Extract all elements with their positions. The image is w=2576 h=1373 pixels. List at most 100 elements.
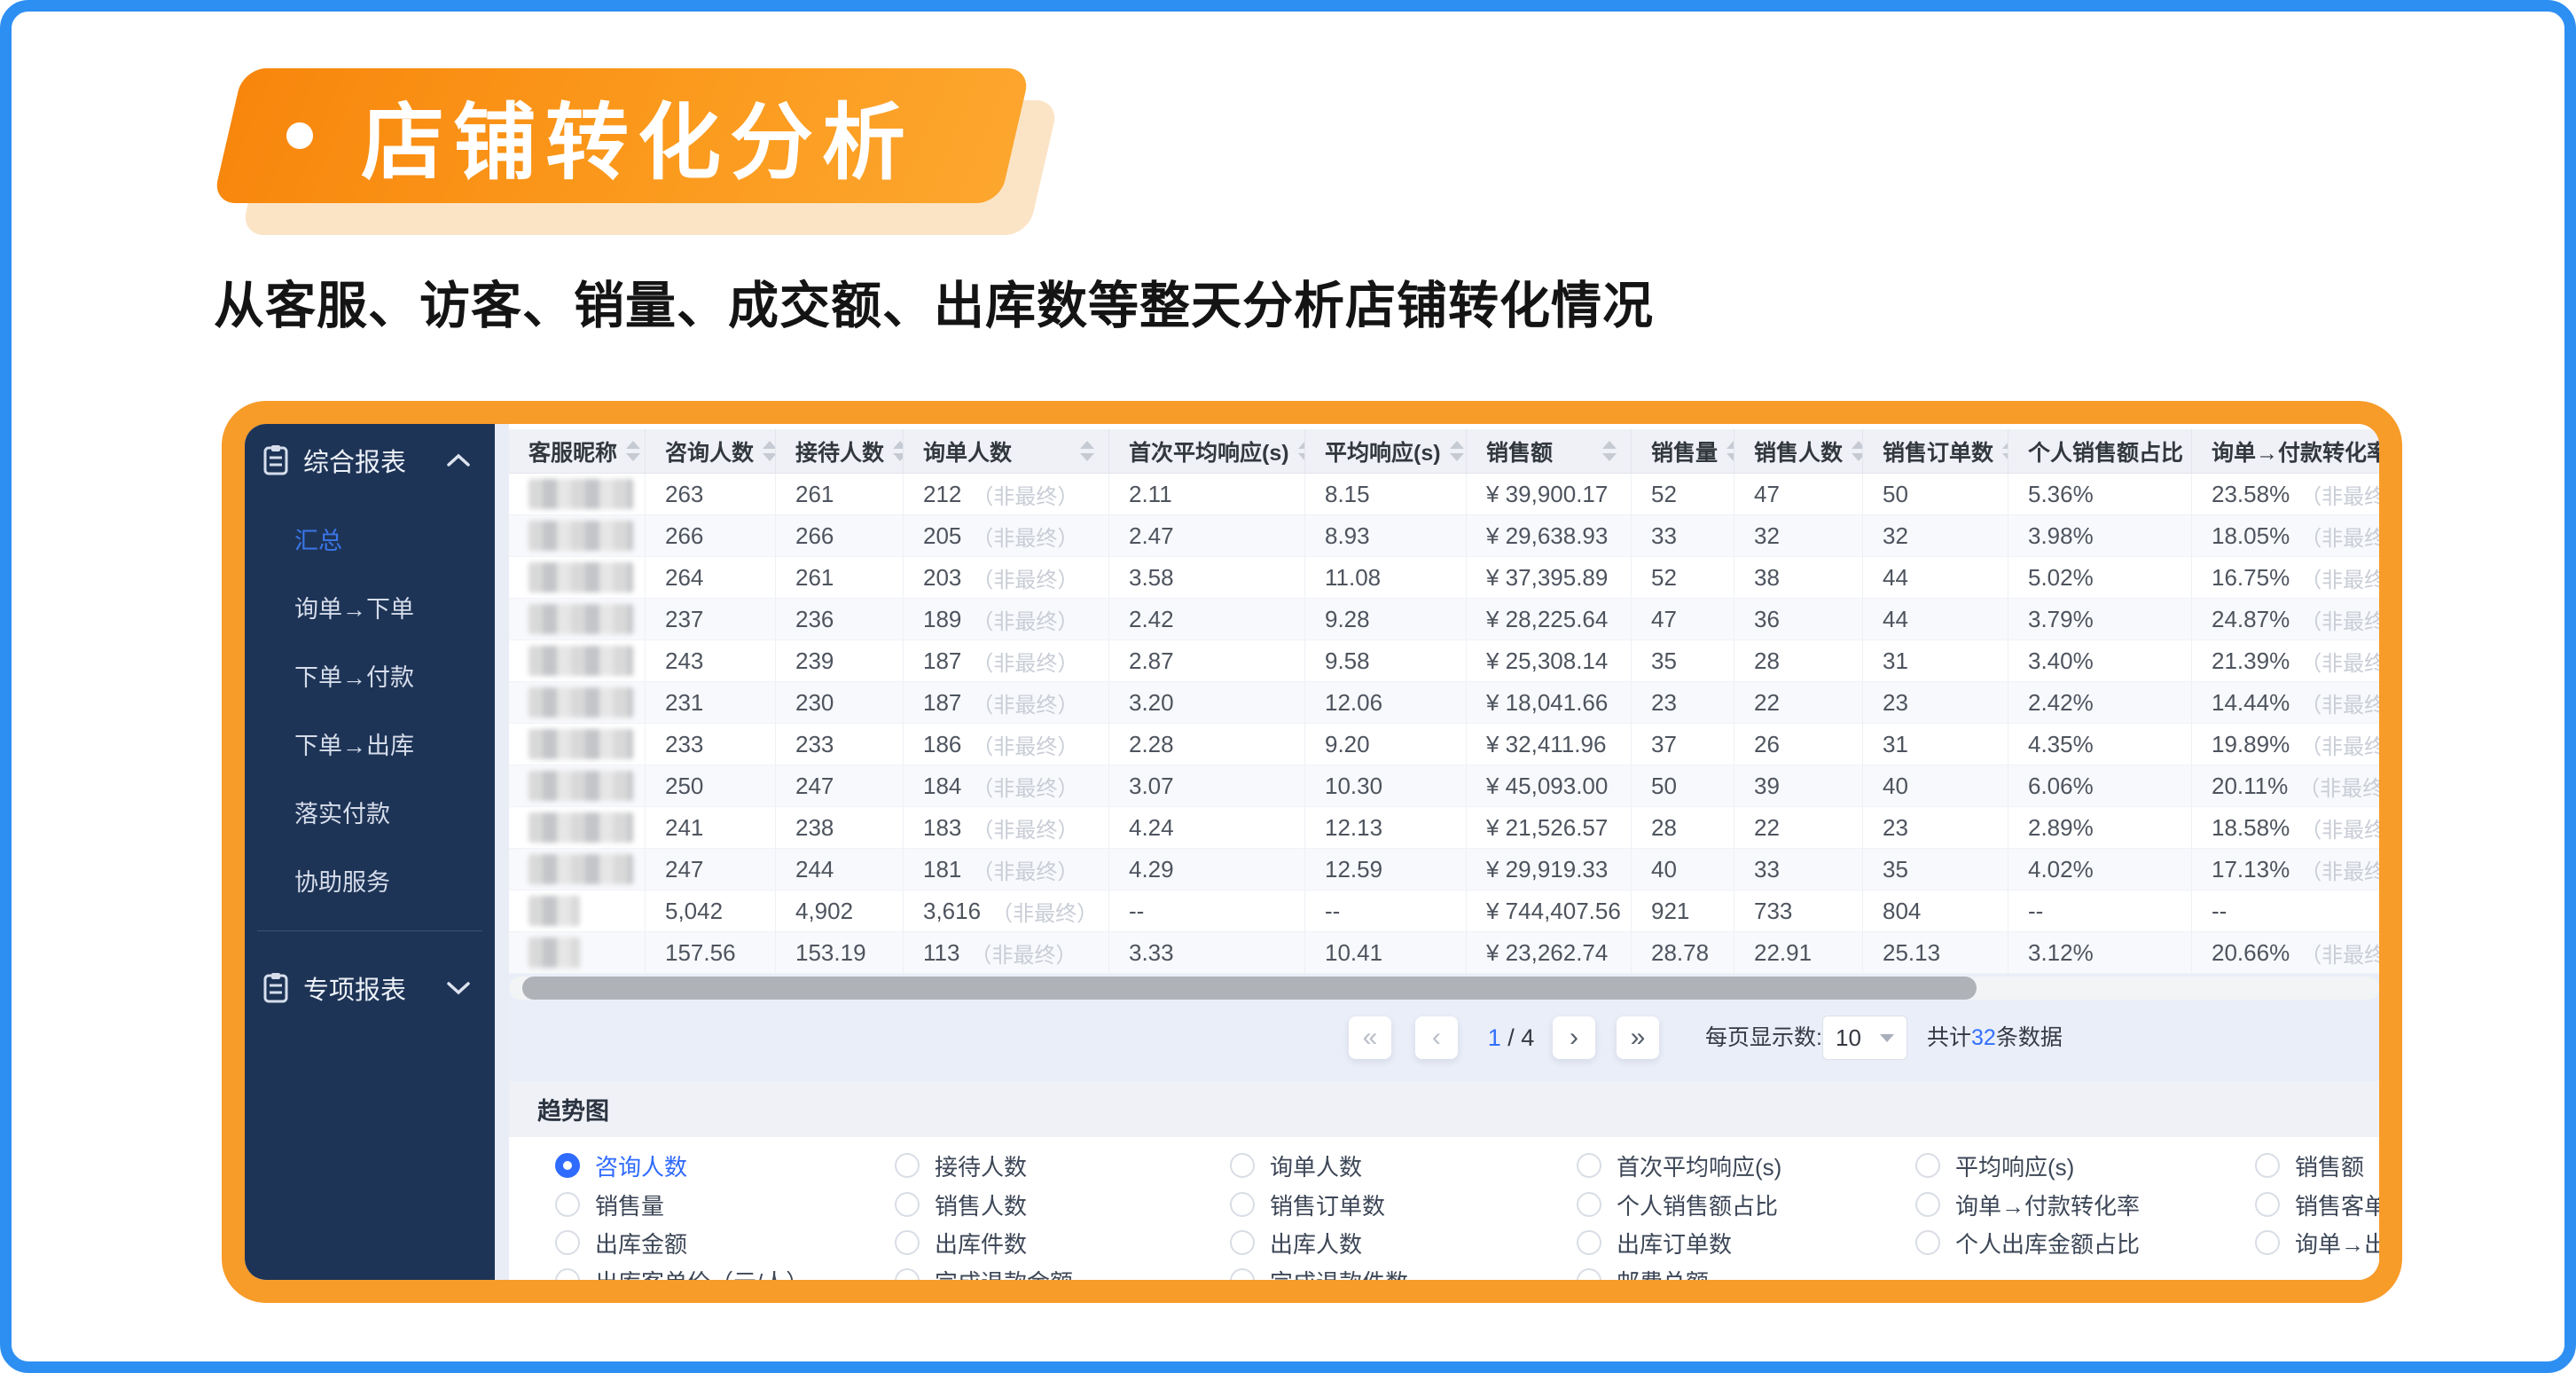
radio-icon[interactable] [1915,1230,1940,1255]
table-cell: ¥ 29,919.33 [1467,849,1632,890]
sidebar-item-1[interactable]: 询单→下单 [245,588,495,625]
sort-icon[interactable] [1441,441,1464,461]
radio-icon[interactable] [2255,1230,2280,1255]
radio-icon[interactable] [1230,1192,1255,1217]
table-cell: 3.20 [1109,682,1305,724]
radio-icon[interactable] [1230,1230,1255,1255]
trend-metric-radio-2[interactable]: 询单人数 [1230,1149,1362,1181]
radio-icon[interactable] [1577,1230,1601,1255]
radio-icon[interactable] [1577,1268,1601,1280]
table-cell: 23.58%（非最终） [2192,474,2396,515]
sort-icon[interactable] [1718,441,1734,461]
non-final-tag: （非最终） [972,604,1078,635]
table-cell: 212（非最终） [904,474,1109,515]
redacted-name-blur [529,562,633,592]
column-header-6: 销售额 [1467,429,1632,474]
trend-metric-radio-16[interactable]: 个人出库金额占比 [1915,1227,2140,1259]
sidebar-item-4[interactable]: 落实付款 [245,793,495,830]
sidebar-item-3[interactable]: 下单→出库 [245,725,495,762]
trend-metric-radio-6[interactable]: 销售量 [555,1189,664,1220]
page-size-dropdown[interactable]: 10 [1822,1016,1907,1060]
radio-icon[interactable] [895,1192,920,1217]
radio-icon[interactable] [555,1192,580,1217]
radio-label: 平均响应(s) [1955,1149,2074,1182]
table-cell: 22 [1734,807,1863,849]
radio-label: 完成退款件数 [1270,1265,1408,1281]
radio-icon[interactable] [1230,1268,1255,1280]
pagination-prev-button[interactable]: ‹ [1415,1016,1458,1059]
radio-icon[interactable] [895,1230,920,1255]
trend-metric-radio-15[interactable]: 出库订单数 [1577,1227,1732,1259]
pagination-first-button[interactable]: « [1349,1016,1391,1059]
sort-icon[interactable] [2183,441,2192,461]
table-row: 266266205（非最终）2.478.93¥ 29,638.933332323… [509,515,2402,557]
radio-label: 销售人数 [935,1189,1027,1221]
table-cell: 35 [1863,849,2008,890]
radio-icon[interactable] [895,1268,920,1280]
trend-metric-radio-12[interactable]: 出库金额 [555,1227,687,1259]
column-header-8: 销售人数 [1734,429,1863,474]
report-icon [262,444,289,476]
trend-metric-radio-19[interactable]: 完成退款金额 [895,1265,1073,1280]
sidebar-section-special[interactable]: 专项报表 [245,968,495,1008]
table-cell: ¥ 21,526.57 [1467,807,1632,849]
pagination-next-button[interactable]: › [1553,1016,1595,1059]
current-page: 1 [1488,1024,1501,1051]
trend-metric-radio-13[interactable]: 出库件数 [895,1227,1027,1259]
trend-metric-radio-1[interactable]: 接待人数 [895,1149,1027,1181]
trend-metric-radio-0[interactable]: 咨询人数 [555,1149,687,1181]
redacted-name-blur [529,729,633,759]
trend-metric-radio-8[interactable]: 销售订单数 [1230,1189,1385,1220]
sort-icon[interactable] [1993,441,2008,461]
sort-icon[interactable] [617,441,640,461]
column-header-1: 咨询人数 [646,429,776,474]
table-cell: 236 [776,599,904,640]
sort-icon[interactable] [1071,441,1094,461]
sidebar-section-comprehensive[interactable]: 综合报表 [245,440,495,481]
trend-metric-radio-4[interactable]: 平均响应(s) [1915,1149,2074,1181]
sidebar: 综合报表 汇总询单→下单下单→付款下单→出库落实付款协助服务 专项报表 [245,424,495,1280]
table-cell: ¥ 37,395.89 [1467,557,1632,599]
radio-selected-icon[interactable] [555,1153,580,1178]
trend-metric-radio-21[interactable]: 邮费总额 [1577,1265,1709,1280]
radio-icon[interactable] [555,1268,580,1280]
table-cell: 4.35% [2008,724,2192,765]
table-cell: 2.89% [2008,807,2192,849]
trend-metric-radio-7[interactable]: 销售人数 [895,1189,1027,1220]
radio-label: 销售客单价 [2295,1189,2379,1221]
trend-metric-radio-9[interactable]: 个人销售额占比 [1577,1189,1778,1220]
radio-icon[interactable] [1230,1153,1255,1178]
sort-icon[interactable] [1843,441,1863,461]
sidebar-item-0[interactable]: 汇总 [245,520,495,557]
trend-metric-radio-17[interactable]: 询单→出库转化率 [2255,1227,2379,1259]
horizontal-scrollbar-track[interactable] [509,977,2379,1000]
table-cell: 20.11%（非最终） [2192,765,2396,807]
sort-icon[interactable] [884,441,904,461]
radio-icon[interactable] [1577,1192,1601,1217]
trend-metric-radio-11[interactable]: 销售客单价 [2255,1189,2379,1220]
pagination-last-button[interactable]: » [1617,1016,1659,1059]
radio-icon[interactable] [1915,1153,1940,1178]
trend-metric-radio-14[interactable]: 出库人数 [1230,1227,1362,1259]
sort-icon[interactable] [1289,441,1305,461]
radio-icon[interactable] [2255,1192,2280,1217]
trend-metric-radio-20[interactable]: 完成退款件数 [1230,1265,1408,1280]
trend-metric-radio-5[interactable]: 销售额 [2255,1149,2364,1181]
radio-icon[interactable] [555,1230,580,1255]
trend-metric-radio-3[interactable]: 首次平均响应(s) [1577,1149,1781,1181]
sort-icon[interactable] [754,441,776,461]
page-subtitle: 从客服、访客、销量、成交额、出库数等整天分析店铺转化情况 [214,265,1654,338]
radio-icon[interactable] [1577,1153,1601,1178]
radio-icon[interactable] [1915,1192,1940,1217]
radio-icon[interactable] [2255,1153,2280,1178]
page-separator: / [1507,1024,1515,1051]
sort-icon[interactable] [1593,441,1617,461]
column-label: 销售人数 [1754,435,1843,467]
radio-icon[interactable] [895,1153,920,1178]
sidebar-item-5[interactable]: 协助服务 [245,861,495,898]
sidebar-item-2[interactable]: 下单→付款 [245,656,495,694]
horizontal-scrollbar-thumb[interactable] [522,977,1977,1000]
trend-metric-radio-10[interactable]: 询单→付款转化率 [1915,1189,2140,1220]
table-cell: 2.42 [1109,599,1305,640]
trend-metric-radio-18[interactable]: 出库客单价（元/人） [555,1265,809,1280]
